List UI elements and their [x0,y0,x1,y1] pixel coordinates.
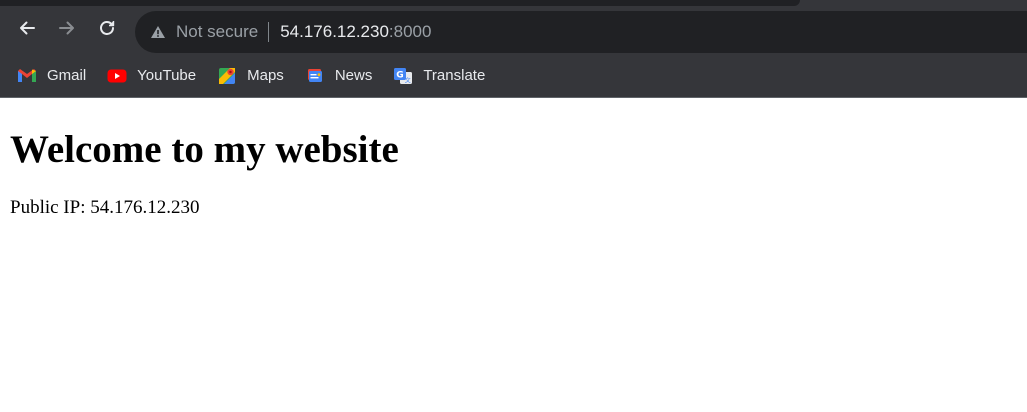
bookmark-label: News [334,67,373,84]
warning-icon[interactable] [149,23,167,41]
news-icon [305,67,325,85]
youtube-icon [107,67,127,85]
bookmarks-bar: Gmail YouTube Maps News G 文 Translate [0,54,1027,98]
page-heading: Welcome to my website [10,128,399,171]
url-port: :8000 [388,22,432,41]
web-page-content: Welcome to my website Public IP: 54.176.… [0,127,1027,220]
bookmark-maps[interactable]: Maps [217,67,284,85]
tab-strip [0,0,800,6]
reload-icon [100,21,115,35]
arrow-left-icon [20,21,35,35]
maps-icon [217,67,237,85]
translate-icon: G 文 [393,67,413,85]
url-host: 54.176.12.230 [280,22,389,41]
security-status-text[interactable]: Not secure [176,22,258,42]
svg-text:文: 文 [405,76,411,84]
bookmark-news[interactable]: News [305,67,373,85]
reload-button[interactable] [95,16,119,40]
bookmark-label: Gmail [47,67,87,84]
back-button[interactable] [15,16,39,40]
url-text[interactable]: 54.176.12.230:8000 [280,22,431,42]
bookmark-label: Maps [247,67,284,84]
bookmark-translate[interactable]: G 文 Translate [393,67,485,85]
gmail-icon [17,67,37,85]
bookmark-label: YouTube [137,67,197,84]
bookmark-label: Translate [423,67,486,84]
omnibox-divider [268,22,270,42]
address-bar[interactable]: Not secure 54.176.12.230:8000 [135,11,1027,53]
bookmark-youtube[interactable]: YouTube [107,67,196,85]
bookmark-gmail[interactable]: Gmail [17,67,86,85]
arrow-right-icon [59,21,74,35]
browser-toolbar: Not secure 54.176.12.230:8000 [0,0,1027,54]
public-ip-text: Public IP: 54.176.12.230 [10,197,200,218]
forward-button[interactable] [55,16,79,40]
svg-text:G: G [397,70,404,80]
